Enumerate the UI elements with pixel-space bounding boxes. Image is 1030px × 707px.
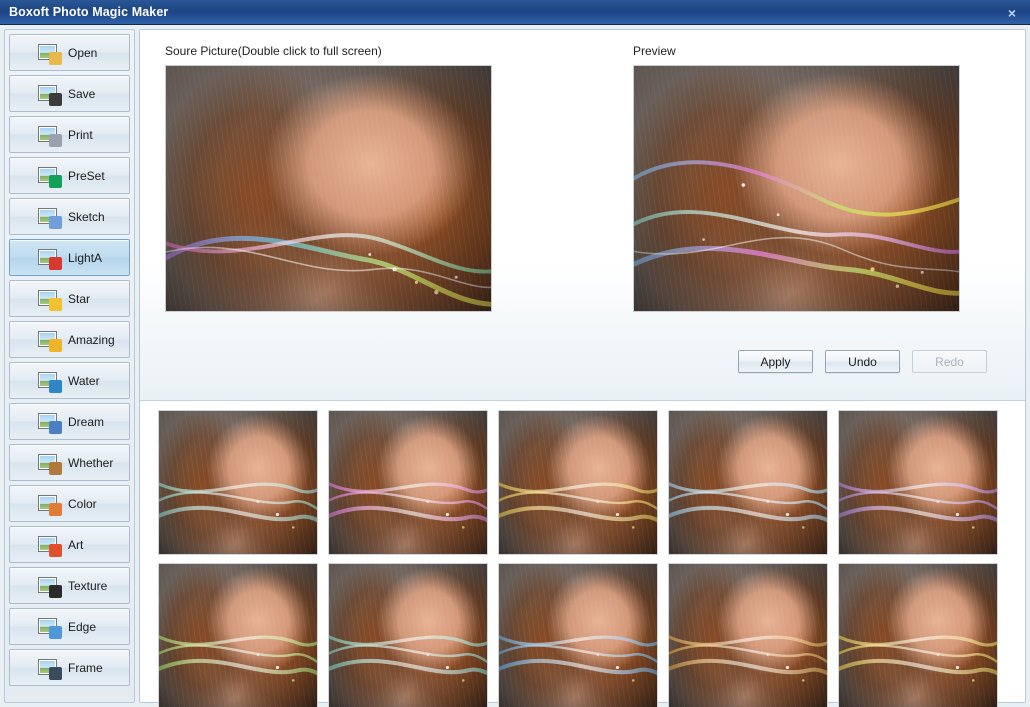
palette-icon (38, 494, 62, 516)
sidebar-item-water[interactable]: Water (9, 362, 130, 399)
floppy-save-icon (38, 84, 62, 106)
sidebar-item-sketch[interactable]: Sketch (9, 198, 130, 235)
preview-photo-render (634, 66, 959, 311)
weather-icon (38, 453, 62, 475)
printer-icon (38, 125, 62, 147)
sidebar-item-label: Star (68, 291, 91, 306)
preview-label: Preview (633, 44, 676, 58)
thumbnail-lime-spiral-light[interactable] (158, 563, 318, 707)
thumbnail-violet-glow-band[interactable] (838, 410, 998, 555)
sidebar-item-print[interactable]: Print (9, 116, 130, 153)
sidebar-item-label: Amazing (68, 332, 115, 347)
sidebar-item-label: Edge (68, 619, 97, 634)
sidebar-item-dream[interactable]: Dream (9, 403, 130, 440)
sidebar-item-texture[interactable]: Texture (9, 567, 130, 604)
thumbnail-yellow-arc-sparkle[interactable] (838, 563, 998, 707)
sidebar-item-label: Print (68, 127, 93, 142)
thumbnail-cool-rainbow-wave[interactable] (158, 410, 318, 555)
close-icon[interactable]: × (1002, 3, 1022, 22)
window-title: Boxoft Photo Magic Maker (9, 5, 169, 19)
sidebar-item-whether[interactable]: Whether (9, 444, 130, 481)
frame-icon (38, 658, 62, 680)
redo-button: Redo (912, 350, 987, 373)
sidebar-item-label: Art (68, 537, 84, 552)
sidebar-item-label: Open (68, 45, 98, 60)
apply-button[interactable]: Apply (738, 350, 813, 373)
sidebar-item-label: PreSet (68, 168, 105, 183)
sidebar-item-color[interactable]: Color (9, 485, 130, 522)
pencil-sketch-icon (38, 207, 62, 229)
sidebar: Open Save Print PreSet Sketch LightA Star Amazi… (4, 29, 135, 703)
texture-a-icon (38, 576, 62, 598)
effect-thumbnail-grid (140, 402, 1025, 707)
sidebar-item-label: Frame (68, 660, 103, 675)
light-effect-icon (38, 248, 62, 270)
art-brush-icon (38, 535, 62, 557)
sidebar-item-preset[interactable]: PreSet (9, 157, 130, 194)
sidebar-item-art[interactable]: Art (9, 526, 130, 563)
smiley-icon (38, 330, 62, 352)
sidebar-item-save[interactable]: Save (9, 75, 130, 112)
undo-button[interactable]: Undo (825, 350, 900, 373)
thumbnail-soft-pastel-streak[interactable] (668, 410, 828, 555)
sidebar-item-label: Sketch (68, 209, 105, 224)
source-photo-render (166, 66, 491, 311)
thumbnail-music-note-overlay[interactable] (328, 563, 488, 707)
sidebar-item-amazing[interactable]: Amazing (9, 321, 130, 358)
source-picture[interactable] (165, 65, 492, 312)
thumbnail-row (158, 563, 1025, 707)
sidebar-item-label: Color (68, 496, 97, 511)
preset-gear-icon (38, 166, 62, 188)
sidebar-item-lighta[interactable]: LightA (9, 239, 130, 276)
source-picture-label: Soure Picture(Double click to full scree… (165, 44, 382, 58)
sidebar-item-label: Whether (68, 455, 114, 470)
preview-picture[interactable] (633, 65, 960, 312)
thumbnail-gold-loop-swirl[interactable] (498, 410, 658, 555)
sidebar-item-star[interactable]: Star (9, 280, 130, 317)
sidebar-item-label: Water (68, 373, 100, 388)
window-title-bar: Boxoft Photo Magic Maker × (0, 0, 1030, 25)
editor-top-pane: Soure Picture(Double click to full scree… (140, 30, 1025, 401)
edge-diamond-icon (38, 617, 62, 639)
main-panel: Soure Picture(Double click to full scree… (139, 29, 1026, 707)
open-folder-icon (38, 43, 62, 65)
sidebar-item-frame[interactable]: Frame (9, 649, 130, 686)
thumbnail-blue-ribbon-flow[interactable] (498, 563, 658, 707)
sidebar-item-label: Dream (68, 414, 105, 429)
photo-vignette (166, 66, 491, 311)
water-drop-icon (38, 371, 62, 393)
sidebar-item-label: Texture (68, 578, 108, 593)
photo-vignette (634, 66, 959, 311)
thumbnail-magenta-crossweave[interactable] (328, 410, 488, 555)
sidebar-item-label: LightA (68, 250, 103, 265)
sidebar-item-label: Save (68, 86, 96, 101)
star-icon (38, 289, 62, 311)
sidebar-item-edge[interactable]: Edge (9, 608, 130, 645)
thumbnail-row (158, 410, 1025, 555)
window-body: Open Save Print PreSet Sketch LightA Star Amazi… (0, 25, 1030, 707)
sidebar-item-open[interactable]: Open (9, 34, 130, 71)
thumbnail-warm-amber-curve[interactable] (668, 563, 828, 707)
dream-swirl-icon (38, 412, 62, 434)
